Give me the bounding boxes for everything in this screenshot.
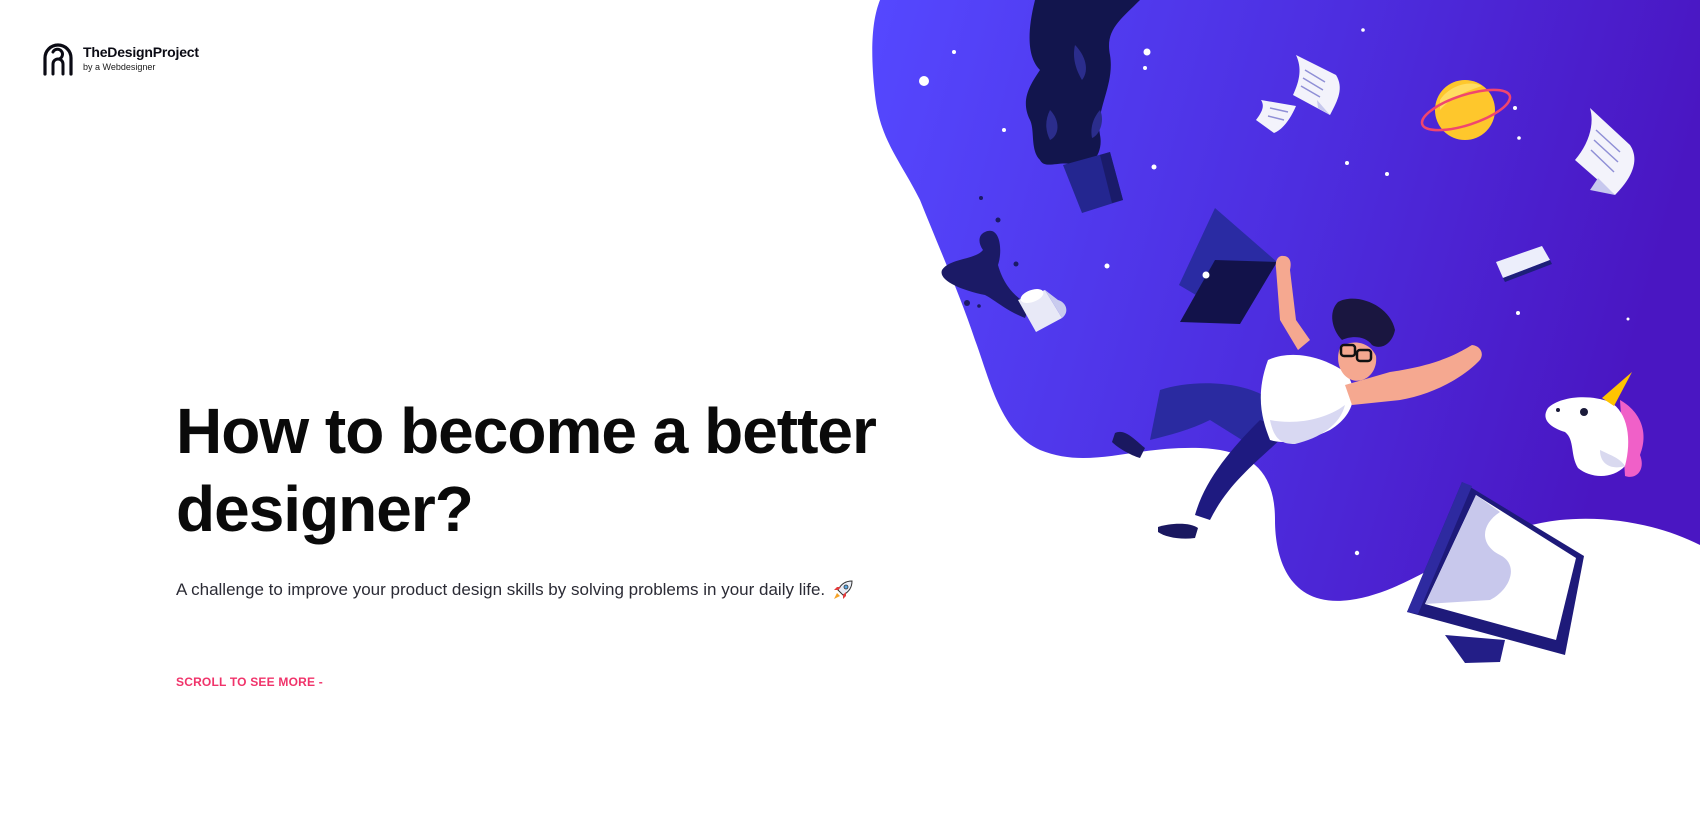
hero-subtitle-text: A challenge to improve your product desi…: [176, 580, 826, 599]
laptop-icon: [1179, 208, 1277, 324]
plant-icon: [1025, 0, 1140, 213]
hero-subtitle: A challenge to improve your product desi…: [176, 578, 936, 602]
paper-sheet-icon: [1256, 55, 1635, 195]
brand-logo-link[interactable]: TheDesignProject by a Webdesigner: [40, 40, 199, 76]
purple-blob: [872, 0, 1700, 601]
title-line-2: designer?: [176, 473, 474, 545]
falling-designer-icon: [1112, 255, 1482, 539]
rocket-icon: [834, 580, 853, 599]
brand-tagline: by a Webdesigner: [83, 61, 156, 72]
stars: [919, 28, 1630, 556]
elephant-logo-icon: [43, 43, 73, 76]
planet-icon: [1420, 80, 1512, 140]
hero-section: How to become a better designer? A chall…: [176, 392, 936, 602]
monitor-icon: [1407, 482, 1584, 663]
brand-name: TheDesignProject: [83, 43, 199, 60]
coffee-mug-icon: [941, 196, 1067, 332]
landing-page: TheDesignProject by a Webdesigner How to…: [0, 0, 1700, 820]
title-line-1: How to become a better: [176, 395, 877, 467]
unicorn-icon: [1545, 372, 1644, 477]
phone-icon: [1496, 246, 1552, 282]
scroll-to-see-more-link[interactable]: SCROLL TO SEE MORE -: [176, 675, 323, 689]
page-title: How to become a better designer?: [176, 392, 936, 548]
